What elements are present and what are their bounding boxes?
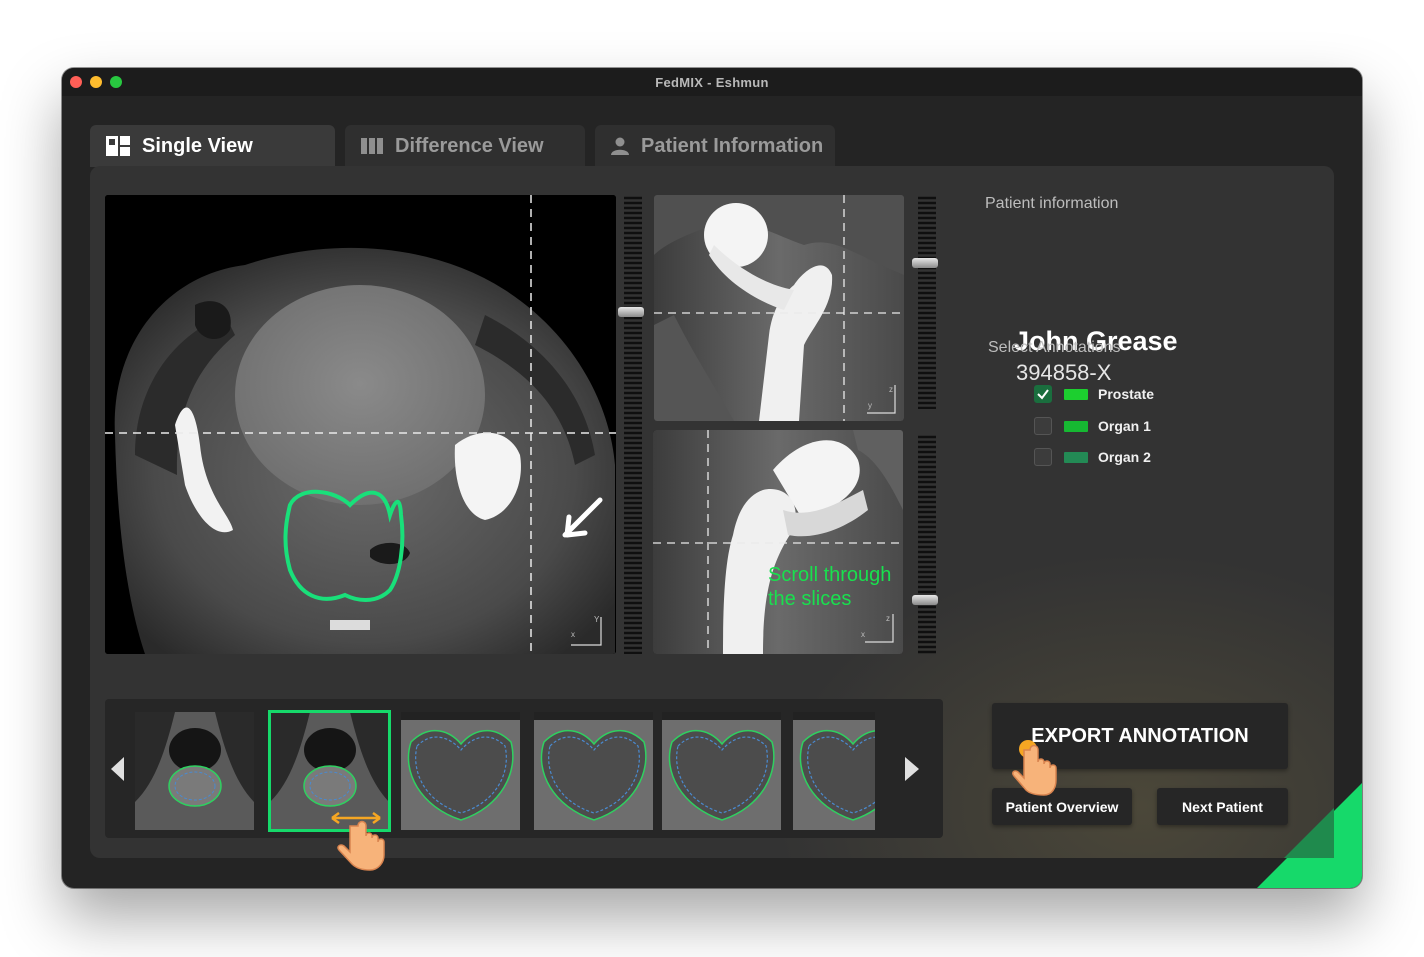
main-panel: x Y y z Scroll through the slices x z Pa…	[90, 166, 1334, 858]
coronal-slider-handle[interactable]	[912, 258, 938, 268]
tap-hand-icon	[1012, 740, 1057, 796]
scroll-hint-line2: the slices	[768, 588, 852, 610]
coronal-xray-image	[654, 195, 904, 421]
swipe-hand-icon	[331, 812, 385, 871]
sagittal-viewer[interactable]: Scroll through the slices x z	[653, 430, 903, 654]
tab-label: Single View	[142, 134, 253, 157]
axial-ct-image	[105, 195, 616, 654]
sagittal-slider-handle[interactable]	[912, 595, 938, 605]
slice-thumbnail[interactable]	[135, 712, 254, 830]
title-bar: FedMIX - Eshmun	[62, 68, 1362, 96]
single-view-icon	[106, 136, 130, 156]
slice-ruler	[918, 435, 936, 654]
slice-ruler	[918, 196, 936, 410]
columns-icon	[361, 138, 383, 154]
tab-label: Patient Information	[641, 134, 824, 157]
organ-1-checkbox[interactable]	[1034, 417, 1052, 435]
axial-viewer[interactable]: x Y	[105, 195, 616, 654]
prostate-color-swatch	[1064, 388, 1088, 400]
slice-thumbnail-strip	[105, 699, 943, 838]
slice-thumbnail[interactable]	[662, 712, 781, 830]
annotation-item-organ-1[interactable]: Organ 1	[1034, 415, 1151, 437]
coronal-z-label: z	[889, 385, 893, 394]
checkmark-icon	[1037, 389, 1049, 400]
next-patient-button[interactable]: Next Patient	[1157, 788, 1288, 825]
axial-x-label: x	[571, 630, 575, 639]
tab-single-view[interactable]: Single View	[90, 125, 335, 167]
window-title: FedMIX - Eshmun	[655, 75, 769, 90]
annotation-label: Organ 2	[1098, 449, 1151, 465]
sagittal-z-label: z	[886, 614, 890, 623]
axial-slider-handle[interactable]	[618, 307, 644, 317]
prostate-checkbox[interactable]	[1034, 385, 1052, 403]
organ-1-color-swatch	[1064, 420, 1088, 432]
annotation-label: Organ 1	[1098, 418, 1151, 434]
coronal-y-label: y	[868, 401, 872, 410]
slice-thumbnail[interactable]	[401, 712, 520, 830]
sagittal-slice-slider[interactable]	[912, 434, 938, 654]
axial-y-label: Y	[594, 615, 600, 624]
scroll-hint-overlay: Scroll through the slices	[768, 563, 891, 611]
tab-label: Difference View	[395, 134, 544, 157]
user-icon	[611, 137, 629, 155]
sagittal-xray-image	[653, 430, 903, 654]
slice-thumbnail[interactable]	[793, 712, 875, 830]
annotation-item-organ-2[interactable]: Organ 2	[1034, 446, 1151, 468]
organ-2-color-swatch	[1064, 451, 1088, 463]
organ-2-checkbox[interactable]	[1034, 448, 1052, 466]
chevron-right-icon[interactable]	[905, 757, 919, 781]
select-annotations-heading: Select Annotations	[988, 339, 1121, 356]
app-window: FedMIX - Eshmun Single View Difference V…	[62, 68, 1362, 888]
tab-difference-view[interactable]: Difference View	[345, 125, 585, 167]
patient-info-heading: Patient information	[985, 195, 1119, 212]
annotation-item-prostate[interactable]: Prostate	[1034, 383, 1154, 405]
slice-thumbnail[interactable]	[534, 712, 653, 830]
annotation-label: Prostate	[1098, 386, 1155, 402]
axial-slice-slider[interactable]	[618, 195, 644, 655]
tab-patient-information[interactable]: Patient Information	[595, 125, 835, 167]
chevron-left-icon[interactable]	[111, 757, 125, 781]
scroll-hint-line1: Scroll through	[768, 564, 892, 586]
coronal-viewer[interactable]: y z	[654, 195, 904, 421]
slice-ruler	[624, 196, 642, 655]
sagittal-x-label: x	[861, 630, 865, 639]
coronal-slice-slider[interactable]	[912, 195, 938, 410]
